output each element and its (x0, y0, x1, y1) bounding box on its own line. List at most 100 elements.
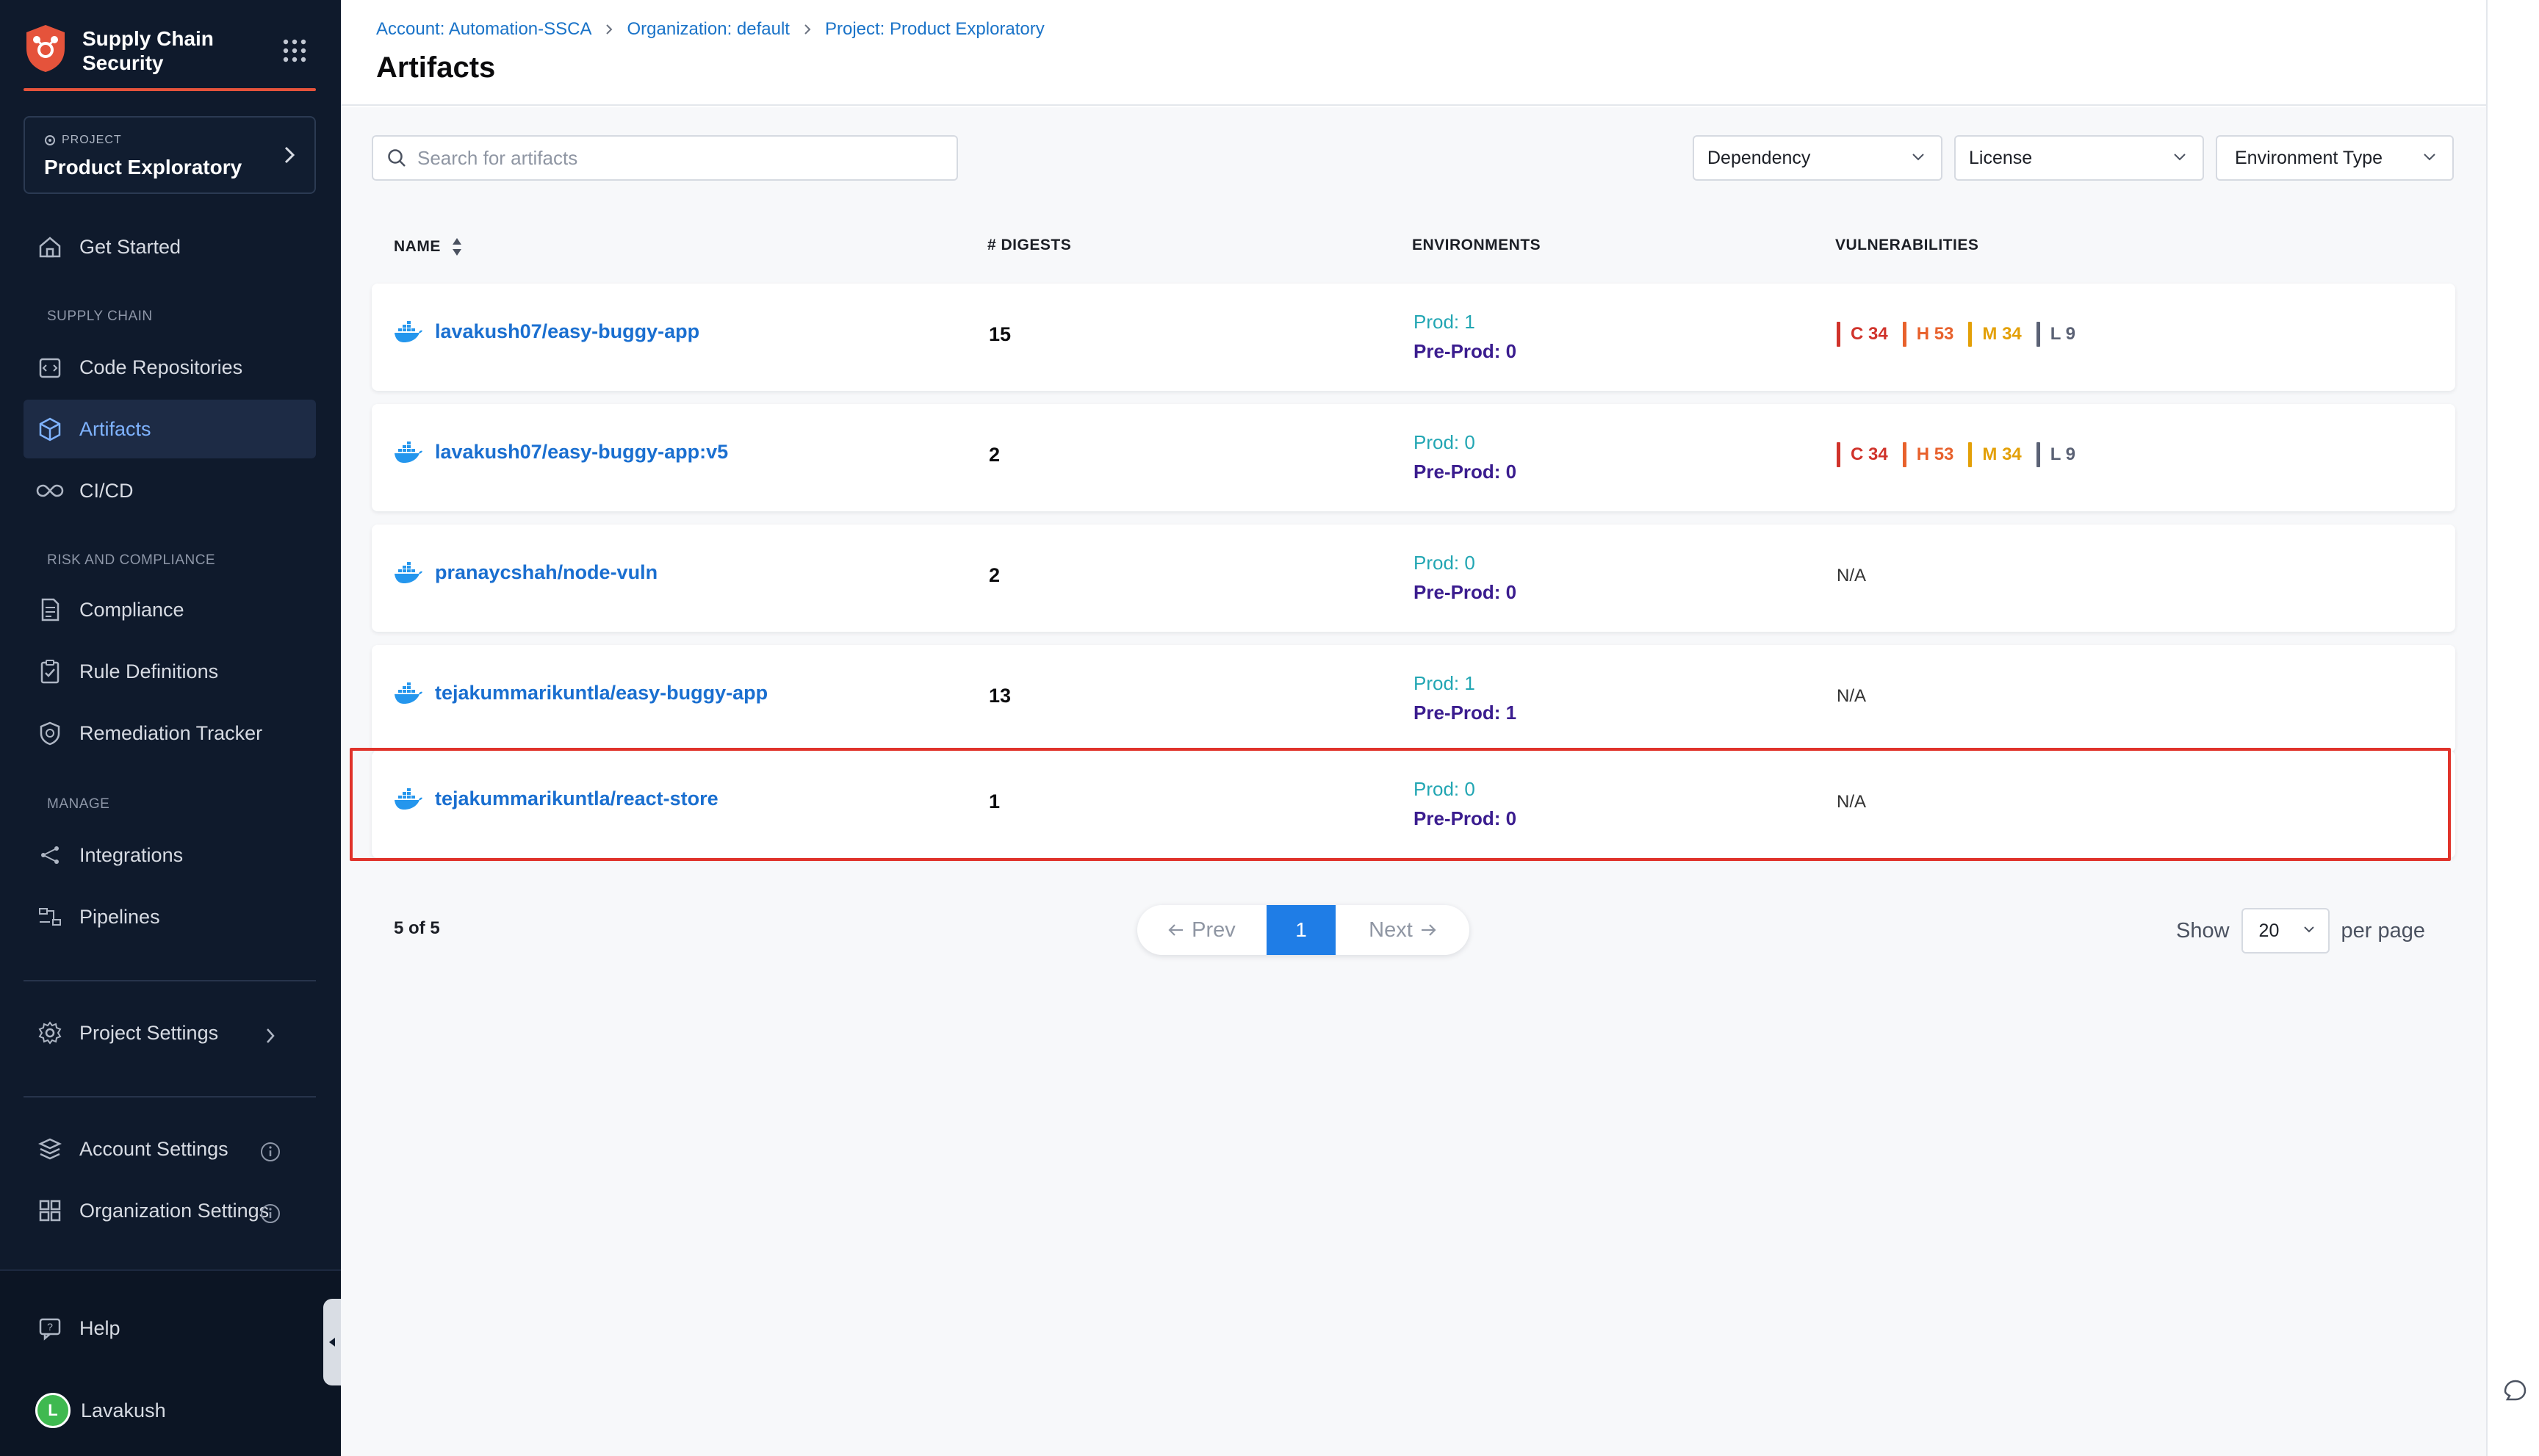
arrow-left-icon (1168, 923, 1184, 937)
nav-integrations-label: Integrations (79, 843, 184, 866)
artifact-name-link[interactable]: pranaycshah/node-vuln (394, 561, 658, 584)
nav-get-started-label: Get Started (79, 235, 181, 258)
dependency-filter[interactable]: Dependency (1693, 135, 1942, 181)
preprod-count: Pre-Prod: 0 (1413, 340, 1517, 362)
nav-integrations[interactable]: Integrations (24, 826, 316, 884)
project-label: PROJECT (44, 134, 122, 147)
help-chat-icon: ? (35, 1313, 65, 1343)
chevron-down-icon (2173, 153, 2186, 162)
vulnerabilities-na: N/A (1837, 686, 1867, 706)
digests-count: 2 (989, 564, 1001, 586)
artifact-name: tejakummarikuntla/react-store (435, 788, 719, 810)
sidebar-footer: ? Help L Lavakush (0, 1269, 341, 1456)
artifact-name-link[interactable]: lavakush07/easy-buggy-app:v5 (394, 441, 728, 464)
breadcrumb-organization[interactable]: Organization: default (627, 19, 789, 40)
search-input[interactable] (417, 146, 932, 170)
nav-get-started[interactable]: Get Started (24, 217, 316, 276)
avatar: L (35, 1393, 71, 1428)
sidebar-collapse-handle[interactable] (323, 1299, 341, 1385)
breadcrumb-project[interactable]: Project: Product Exploratory (825, 19, 1045, 40)
table-row[interactable]: pranaycshah/node-vuln 2 Prod: 0 Pre-Prod… (372, 525, 2455, 632)
nav-organization-settings[interactable]: Organization Settings (24, 1181, 316, 1240)
code-repository-icon (35, 353, 65, 382)
brand[interactable]: Supply Chain Security (24, 24, 316, 91)
prod-count: Prod: 1 (1413, 311, 1475, 333)
nav-artifacts[interactable]: Artifacts (24, 400, 316, 458)
environments-cell: Prod: 0 Pre-Prod: 0 (1413, 548, 1516, 607)
user-profile[interactable]: L Lavakush (24, 1381, 316, 1440)
docker-icon (394, 788, 423, 810)
supply-chain-logo-icon (24, 24, 68, 73)
table-row[interactable]: tejakummarikuntla/react-store 1 Prod: 0 … (372, 751, 2455, 858)
support-chat-icon[interactable] (2501, 1377, 2529, 1405)
chevron-right-icon (284, 145, 295, 165)
artifact-name: tejakummarikuntla/easy-buggy-app (435, 682, 768, 704)
critical-badge: C 34 (1837, 442, 1888, 467)
high-count: H 53 (1916, 324, 1954, 344)
nav-cicd[interactable]: CI/CD (24, 461, 316, 520)
table-row[interactable]: tejakummarikuntla/easy-buggy-app 13 Prod… (372, 645, 2455, 752)
high-count: H 53 (1916, 444, 1954, 464)
prev-page-button[interactable]: Prev (1137, 905, 1267, 955)
nav-help[interactable]: ? Help (24, 1299, 316, 1358)
artifact-name-link[interactable]: lavakush07/easy-buggy-app (394, 320, 699, 343)
table-row[interactable]: lavakush07/easy-buggy-app:v5 2 Prod: 0 P… (372, 404, 2455, 511)
license-filter[interactable]: License (1954, 135, 2204, 181)
nav-help-label: Help (79, 1316, 120, 1339)
preprod-count: Pre-Prod: 0 (1413, 807, 1517, 829)
preprod-count: Pre-Prod: 0 (1413, 461, 1517, 483)
page-size-select[interactable]: 20 (2241, 908, 2330, 954)
artifact-name: pranaycshah/node-vuln (435, 561, 658, 583)
sidebar: Supply Chain Security PROJECT Product Ex… (0, 0, 341, 1456)
prod-count: Prod: 0 (1413, 552, 1475, 574)
environment-type-filter[interactable]: Environment Type (2216, 135, 2454, 181)
table-row[interactable]: lavakush07/easy-buggy-app 15 Prod: 1 Pre… (372, 284, 2455, 391)
medium-badge: M 34 (1968, 442, 2022, 467)
page-title: Artifacts (376, 51, 496, 84)
info-icon[interactable] (256, 1199, 285, 1228)
preprod-count: Pre-Prod: 0 (1413, 581, 1517, 603)
apps-grid-icon[interactable] (282, 38, 307, 63)
environments-cell: Prod: 0 Pre-Prod: 0 (1413, 774, 1516, 833)
artifact-name-link[interactable]: tejakummarikuntla/easy-buggy-app (394, 682, 768, 704)
nav-compliance[interactable]: Compliance (24, 580, 316, 639)
preprod-count: Pre-Prod: 1 (1413, 702, 1517, 724)
main-content: Account: Automation-SSCA Organization: d… (341, 0, 2486, 1456)
nav-rule-definitions-label: Rule Definitions (79, 660, 219, 682)
next-page-button[interactable]: Next (1336, 905, 1469, 955)
nav-remediation-tracker[interactable]: Remediation Tracker (24, 704, 316, 763)
nav-rule-definitions[interactable]: Rule Definitions (24, 642, 316, 701)
column-header-digests: # DIGESTS (987, 237, 1072, 253)
chevron-down-icon (2423, 153, 2436, 162)
chevron-right-icon (256, 1021, 285, 1050)
nav-project-settings[interactable]: Project Settings (24, 1003, 316, 1062)
artifact-name: lavakush07/easy-buggy-app (435, 320, 700, 342)
nav-artifacts-label: Artifacts (79, 417, 151, 440)
sort-icon[interactable] (451, 237, 463, 257)
nav-compliance-label: Compliance (79, 598, 184, 621)
nav-pipelines[interactable]: Pipelines (24, 887, 316, 946)
prev-page-label: Prev (1192, 918, 1236, 942)
per-page-label: per page (2341, 918, 2426, 943)
organization-icon (35, 1196, 65, 1225)
project-selector[interactable]: PROJECT Product Exploratory (24, 116, 316, 194)
vulnerabilities-cell: C 34 H 53 M 34 L 9 (1837, 322, 2090, 347)
docker-icon (394, 682, 423, 704)
current-page-button[interactable]: 1 (1267, 905, 1336, 955)
column-header-name[interactable]: NAME (394, 237, 463, 257)
sidebar-divider (24, 1096, 316, 1098)
page-size-control: Show 20 per page (2176, 908, 2425, 954)
chevron-right-icon (803, 23, 812, 36)
artifact-name-link[interactable]: tejakummarikuntla/react-store (394, 788, 719, 810)
breadcrumb-account[interactable]: Account: Automation-SSCA (376, 19, 591, 40)
project-icon (44, 134, 56, 146)
artifact-name: lavakush07/easy-buggy-app:v5 (435, 441, 729, 463)
critical-count: C 34 (1851, 444, 1888, 464)
search-field[interactable] (372, 135, 958, 181)
app-title-line2: Security (82, 51, 164, 74)
section-manage: MANAGE (47, 796, 110, 812)
digests-count: 13 (989, 685, 1012, 707)
nav-account-settings[interactable]: Account Settings (24, 1120, 316, 1178)
nav-code-repositories[interactable]: Code Repositories (24, 338, 316, 397)
info-icon[interactable] (256, 1137, 285, 1167)
